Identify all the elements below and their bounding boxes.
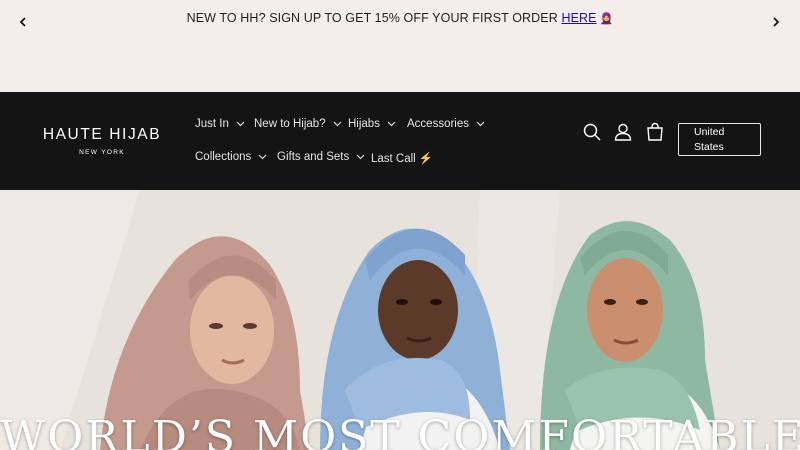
chevron-down-icon xyxy=(258,154,267,160)
logo-main-text: HAUTE HIJAB xyxy=(42,126,162,143)
country-selector[interactable]: United States xyxy=(678,123,761,156)
cart-icon[interactable] xyxy=(645,122,665,142)
hero-banner[interactable]: WORLD’S MOST COMFORTABLE HIJAB xyxy=(0,190,800,450)
nav-item-gifts-and-sets[interactable]: Gifts and Sets xyxy=(277,151,365,163)
announcement-text: NEW TO HH? SIGN UP TO GET 15% OFF YOUR F… xyxy=(186,11,562,25)
country-line-2: States xyxy=(694,141,724,153)
hijab-emoji-icon: 🧕 xyxy=(599,13,614,25)
site-header: HAUTE HIJAB NEW YORK Just In New to Hija… xyxy=(0,92,800,190)
nav-item-hijabs[interactable]: Hijabs xyxy=(348,118,396,130)
account-icon[interactable] xyxy=(613,122,633,142)
chevron-down-icon xyxy=(387,121,396,127)
nav-item-label: Just In xyxy=(195,118,229,130)
hero-models-image xyxy=(0,190,800,450)
nav-item-label: Last Call ⚡ xyxy=(371,153,434,165)
brand-logo[interactable]: HAUTE HIJAB NEW YORK xyxy=(38,126,166,156)
nav-item-label: Collections xyxy=(195,151,252,163)
chevron-down-icon xyxy=(476,121,485,127)
chevron-down-icon xyxy=(356,154,365,160)
chevron-down-icon xyxy=(333,121,342,127)
hero-headline: WORLD’S MOST COMFORTABLE HIJAB xyxy=(0,412,800,450)
country-line-1: United xyxy=(694,126,725,138)
nav-item-label: Hijabs xyxy=(348,118,380,130)
search-icon[interactable] xyxy=(582,122,602,142)
nav-item-label: Accessories xyxy=(407,118,469,130)
nav-item-last-call[interactable]: Last Call ⚡ xyxy=(371,151,433,165)
announcement-message: NEW TO HH? SIGN UP TO GET 15% OFF YOUR F… xyxy=(0,11,800,25)
announcement-signup-link[interactable]: HERE xyxy=(561,11,596,25)
logo-sub-text: NEW YORK xyxy=(79,149,125,156)
announcement-bar: NEW TO HH? SIGN UP TO GET 15% OFF YOUR F… xyxy=(0,0,800,92)
nav-item-just-in[interactable]: Just In xyxy=(195,118,245,130)
nav-item-label: New to Hijab? xyxy=(254,118,326,130)
chevron-down-icon xyxy=(236,121,245,127)
chevron-right-icon xyxy=(773,17,780,27)
nav-item-accessories[interactable]: Accessories xyxy=(407,118,485,130)
nav-item-collections[interactable]: Collections xyxy=(195,151,267,163)
nav-item-label: Gifts and Sets xyxy=(277,151,350,163)
nav-item-new-to-hijab[interactable]: New to Hijab? xyxy=(254,118,342,130)
next-announcement-button[interactable] xyxy=(766,12,786,32)
